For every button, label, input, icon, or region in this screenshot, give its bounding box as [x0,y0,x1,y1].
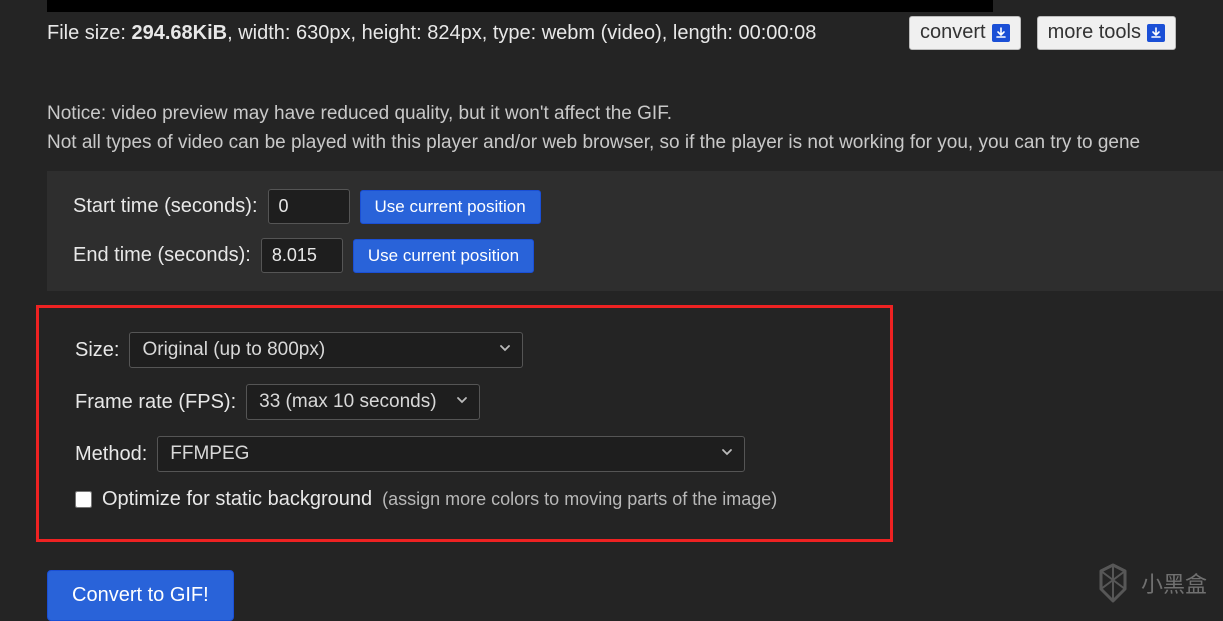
optimize-label: Optimize for static background [102,488,372,511]
use-current-end-button[interactable]: Use current position [353,239,534,273]
chevron-down-icon [720,443,734,465]
convert-dropdown[interactable]: convert [909,16,1021,50]
notice-line-2: Not all types of video can be played wit… [47,129,1176,158]
method-selected: FFMPEG [170,443,249,465]
size-selected: Original (up to 800px) [142,339,325,361]
method-label: Method: [75,443,147,466]
fps-label: Frame rate (FPS): [75,391,236,414]
start-time-label: Start time (seconds): [73,195,258,218]
options-highlight-box: Size: Original (up to 800px) Frame rate … [36,305,893,542]
optimize-hint: (assign more colors to moving parts of t… [382,489,777,510]
file-info-text: File size: 294.68KiB, width: 630px, heig… [47,22,816,45]
optimize-checkbox[interactable] [75,491,92,508]
notice-line-1: Notice: video preview may have reduced q… [47,100,1176,129]
end-time-label: End time (seconds): [73,244,251,267]
fps-selected: 33 (max 10 seconds) [259,391,436,413]
file-size-value: 294.68KiB [131,22,227,44]
fps-select[interactable]: 33 (max 10 seconds) [246,384,480,420]
convert-to-gif-button[interactable]: Convert to GIF! [47,570,234,621]
use-current-start-button[interactable]: Use current position [360,190,541,224]
start-time-input[interactable] [268,189,350,224]
file-info-row: File size: 294.68KiB, width: 630px, heig… [47,16,1176,50]
more-tools-dropdown[interactable]: more tools [1037,16,1176,50]
file-size-prefix: File size: [47,22,131,44]
file-info-rest: , width: 630px, height: 824px, type: web… [227,22,816,44]
video-preview-bar [47,0,993,12]
download-icon [1147,24,1165,42]
convert-label: convert [920,21,986,44]
download-icon [992,24,1010,42]
size-select[interactable]: Original (up to 800px) [129,332,523,368]
chevron-down-icon [498,339,512,361]
watermark-text: 小黑盒 [1141,567,1207,599]
watermark: 小黑盒 [1093,563,1207,603]
time-panel: Start time (seconds): Use current positi… [47,171,1223,291]
more-tools-label: more tools [1048,21,1141,44]
notice-text: Notice: video preview may have reduced q… [47,100,1176,157]
method-select[interactable]: FFMPEG [157,436,745,472]
watermark-icon [1093,563,1133,603]
size-label: Size: [75,339,119,362]
chevron-down-icon [455,391,469,413]
end-time-input[interactable] [261,238,343,273]
